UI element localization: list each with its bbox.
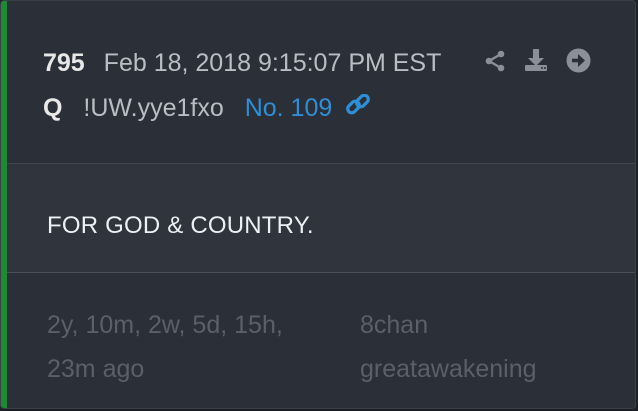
post-meta-row: 795 Feb 18, 2018 9:15:07 PM EST xyxy=(43,48,441,78)
post-number-link[interactable]: No. 109 xyxy=(245,94,333,122)
post-header: 795 Feb 18, 2018 9:15:07 PM EST Q !UW.yy… xyxy=(43,43,595,133)
link-icon[interactable] xyxy=(345,93,371,125)
arrow-right-circle-icon[interactable] xyxy=(566,48,591,73)
post-actions xyxy=(483,47,603,78)
post-number: 795 xyxy=(43,49,85,77)
post-card: 795 Feb 18, 2018 9:15:07 PM EST Q !UW.yy… xyxy=(0,0,636,409)
download-icon[interactable] xyxy=(523,47,549,73)
post-source: 8chan greatawakening xyxy=(360,303,580,391)
post-source-board: greatawakening xyxy=(360,355,537,383)
post-author-row: Q !UW.yye1fxo No. 109 xyxy=(43,93,371,125)
post-age: 2y, 10m, 2w, 5d, 15h, 23m ago xyxy=(47,303,327,391)
post-timestamp: Feb 18, 2018 9:15:07 PM EST xyxy=(103,49,442,77)
post-body: FOR GOD & COUNTRY. xyxy=(7,163,635,273)
author-tripcode: !UW.yye1fxo xyxy=(83,94,224,122)
author-name: Q xyxy=(43,94,63,122)
post-age-line: 23m ago xyxy=(47,355,145,383)
post-age-line: 2y, 10m, 2w, 5d, 15h, xyxy=(47,311,283,339)
share-icon[interactable] xyxy=(483,49,507,73)
post-message: FOR GOD & COUNTRY. xyxy=(47,212,314,239)
post-source-site: 8chan xyxy=(360,311,429,339)
